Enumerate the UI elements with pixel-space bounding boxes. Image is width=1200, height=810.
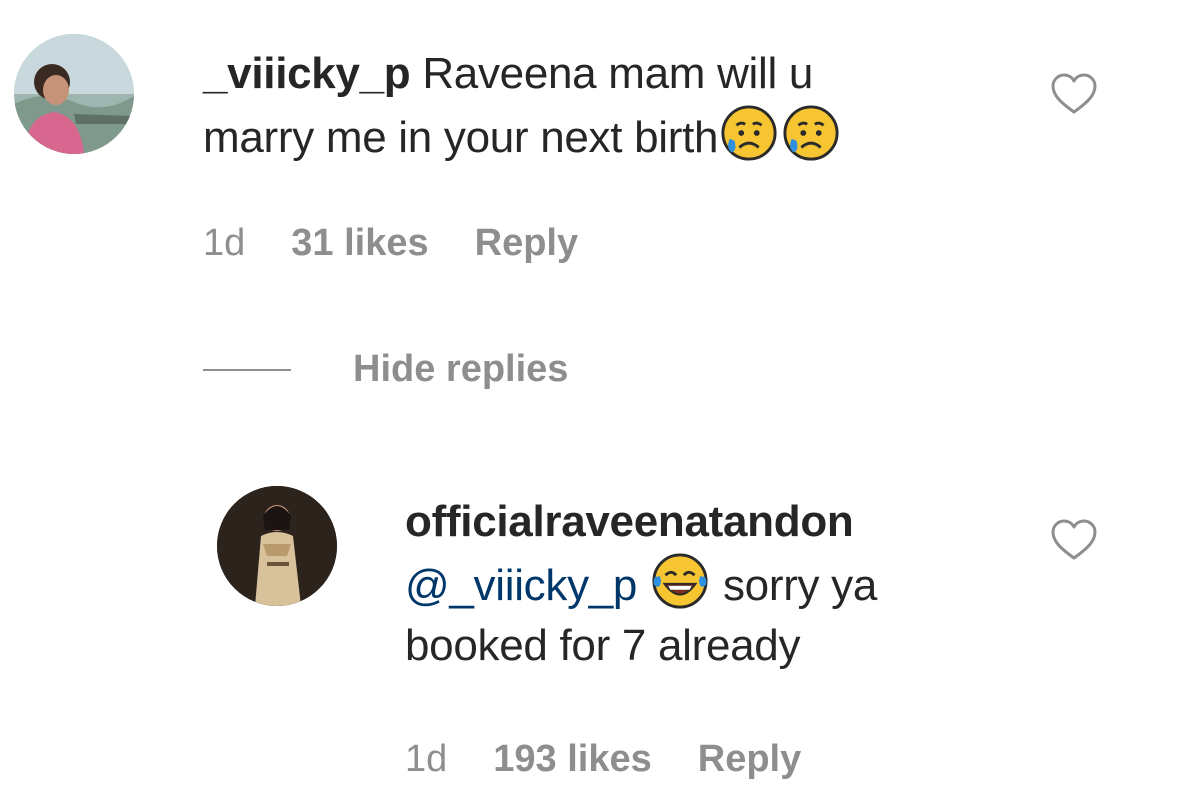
comment-thread: _viiicky_p Raveena mam will u marry me i… [0, 0, 1200, 810]
heart-outline-icon [1051, 519, 1097, 560]
reply-text-line2: booked for 7 already [405, 621, 801, 670]
reply-username[interactable]: officialraveenatandon [405, 497, 854, 546]
comment-time: 1d [203, 222, 246, 264]
reply-time: 1d [405, 738, 448, 780]
comment-username[interactable]: _viiicky_p [203, 49, 411, 98]
reply-body: officialraveenatandon @_viiicky_p sorry … [405, 492, 1025, 676]
comment-meta: 1d 31 likes Reply [203, 222, 578, 265]
comment-text-line2: marry me in your next birth [203, 113, 719, 162]
sad-relieved-face-emoji [782, 104, 840, 162]
reply-button[interactable]: Reply [475, 222, 578, 265]
hide-replies-label: Hide replies [353, 348, 569, 390]
heart-outline-icon [1051, 73, 1097, 114]
hide-replies-toggle[interactable]: Hide replies [203, 348, 568, 391]
mention-link[interactable]: @_viiicky_p [405, 561, 637, 610]
divider-line [203, 368, 291, 371]
reply-button[interactable]: Reply [698, 738, 801, 781]
avatar[interactable] [217, 486, 337, 606]
sad-relieved-face-emoji [720, 104, 778, 162]
reply-meta: 1d 193 likes Reply [405, 738, 801, 781]
face-with-tears-of-joy-emoji [651, 552, 709, 610]
reply-text-line1: sorry ya [711, 561, 878, 610]
avatar[interactable] [14, 34, 134, 154]
like-heart-button[interactable] [1050, 518, 1098, 562]
comment-body: _viiicky_p Raveena mam will u marry me i… [203, 44, 1023, 168]
like-heart-button[interactable] [1050, 72, 1098, 116]
comment-text-line1: Raveena mam will u [410, 49, 814, 98]
comment-likes[interactable]: 31 likes [291, 222, 428, 265]
reply-likes[interactable]: 193 likes [493, 738, 651, 781]
